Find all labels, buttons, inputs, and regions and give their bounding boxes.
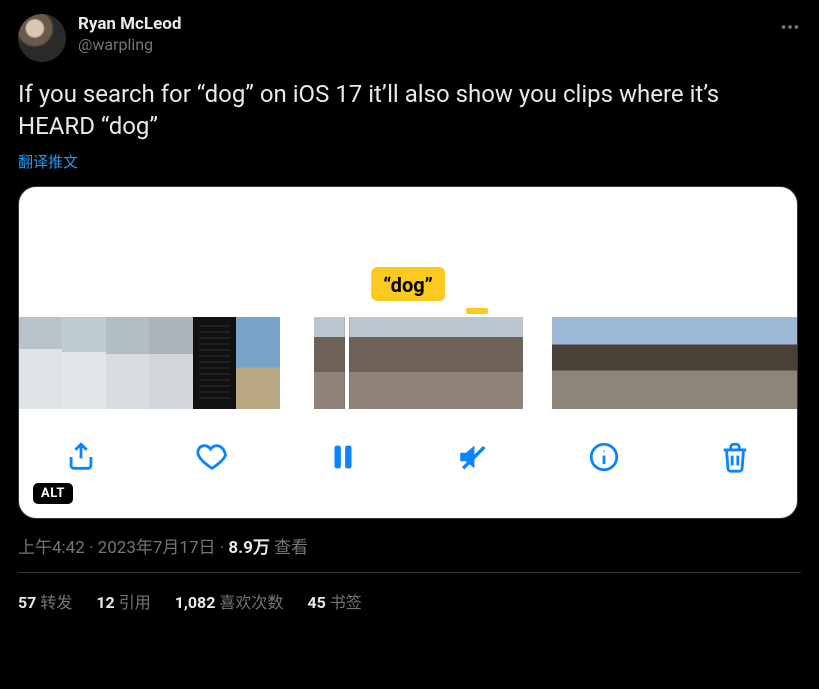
timeline-thumb [425, 317, 480, 409]
tweet: Ryan McLeod @warpling If you search for … [0, 0, 819, 623]
media-toolbar [19, 409, 797, 505]
avatar[interactable] [18, 14, 66, 62]
divider [18, 572, 801, 573]
timeline-thumb [480, 317, 523, 409]
alt-badge[interactable]: ALT [33, 483, 73, 504]
timeline-thumb [327, 317, 370, 409]
timeline-thumb [193, 317, 236, 409]
tweet-stats: 57转发 12引用 1,082喜欢次数 45书签 [18, 589, 801, 613]
like-button[interactable] [176, 440, 248, 474]
views-label: 查看 [270, 538, 308, 558]
timeline-thumb [552, 317, 595, 409]
tweet-time[interactable]: 上午4:42 [18, 538, 85, 558]
author-handle: @warpling [78, 35, 181, 55]
pause-button[interactable] [307, 440, 379, 474]
timeline-thumb [370, 317, 425, 409]
stat-bookmarks[interactable]: 45书签 [307, 589, 361, 613]
timeline-thumb [236, 317, 279, 409]
timeline-thumb [682, 317, 725, 409]
tweet-meta: 上午4:42 · 2023年7月17日 · 8.9万 查看 [18, 533, 801, 558]
timeline-gap [280, 317, 314, 409]
timeline-gap [523, 317, 551, 409]
stat-quotes[interactable]: 12引用 [96, 589, 150, 613]
timeline-thumb [314, 317, 327, 409]
timeline-thumb [769, 317, 797, 409]
timeline-thumb [725, 317, 768, 409]
media-top-area: “dog” [19, 187, 797, 317]
stat-likes[interactable]: 1,082喜欢次数 [175, 589, 284, 613]
delete-button[interactable] [699, 440, 771, 474]
media-card[interactable]: “dog” [18, 186, 798, 519]
info-button[interactable] [568, 440, 640, 474]
tweet-text: If you search for “dog” on iOS 17 it’ll … [18, 78, 801, 143]
timeline-thumb [149, 317, 192, 409]
timeline-thumb [19, 317, 62, 409]
timeline-thumb [638, 317, 681, 409]
mute-button[interactable] [437, 440, 509, 474]
share-button[interactable] [45, 440, 117, 474]
tweet-date[interactable]: 2023年7月17日 [98, 538, 216, 558]
caption-marker [466, 308, 488, 314]
views-count: 8.9万 [228, 538, 269, 558]
stat-retweets[interactable]: 57转发 [18, 589, 72, 613]
more-button[interactable] [779, 14, 801, 38]
timeline-thumb [62, 317, 105, 409]
caption-chip: “dog” [371, 267, 445, 301]
timeline-thumb [595, 317, 638, 409]
translate-link[interactable]: 翻译推文 [18, 151, 801, 172]
author-block[interactable]: Ryan McLeod @warpling [78, 14, 181, 55]
tweet-header: Ryan McLeod @warpling [18, 14, 801, 62]
author-name: Ryan McLeod [78, 14, 181, 35]
timeline-thumb [106, 317, 149, 409]
video-timeline[interactable] [19, 317, 797, 409]
